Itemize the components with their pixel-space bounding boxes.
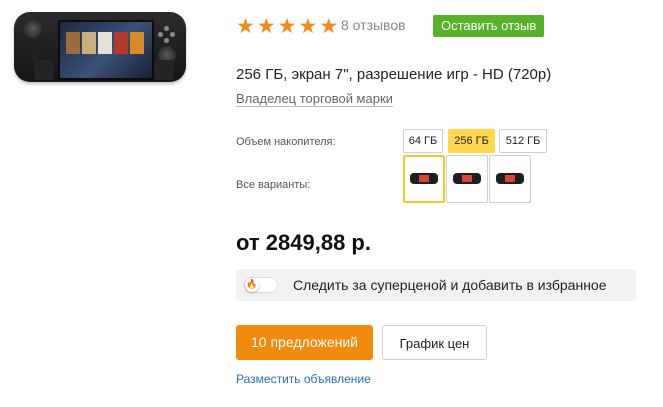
variants-label: Все варианты: — [236, 179, 311, 191]
storage-option-256[interactable]: 256 ГБ — [448, 129, 495, 153]
left-stick — [24, 20, 42, 38]
star-icon: ★ — [236, 14, 255, 38]
star-icon: ★ — [298, 14, 318, 38]
watch-price-bar[interactable]: 🔥 Следить за суперценой и добавить в изб… — [236, 269, 636, 301]
leave-review-button[interactable]: Оставить отзыв — [433, 15, 545, 37]
right-trackpad — [154, 60, 174, 80]
product-title: 256 ГБ, экран 7", разрешение игр - HD (7… — [236, 66, 552, 83]
storage-option-512[interactable]: 512 ГБ — [499, 129, 547, 153]
post-ad-link[interactable]: Разместить объявление — [236, 372, 371, 386]
brand-owner-link[interactable]: Владелец торговой марки — [236, 91, 393, 107]
reviews-count[interactable]: 8 отзывов — [341, 17, 406, 33]
star-icon: ★ — [277, 14, 297, 38]
storage-option-64[interactable]: 64 ГБ — [403, 129, 443, 153]
device-screen — [58, 20, 154, 80]
watch-price-text: Следить за суперценой и добавить в избра… — [293, 277, 607, 293]
left-trackpad — [34, 60, 54, 80]
price: от 2849,88 р. — [236, 230, 371, 255]
star-icon: ★ — [256, 14, 276, 38]
rating-stars: ★ ★ ★ ★ ★ — [236, 14, 338, 38]
variant-thumb-3[interactable] — [489, 155, 531, 203]
price-chart-button[interactable]: График цен — [382, 325, 487, 360]
storage-label: Объем накопителя: — [236, 136, 336, 148]
star-icon: ★ — [319, 14, 339, 38]
variant-thumb-2[interactable] — [446, 155, 488, 203]
offers-button[interactable]: 10 предложений — [236, 325, 373, 360]
variant-thumb-1[interactable] — [403, 155, 445, 203]
dpad — [28, 46, 42, 60]
watch-toggle[interactable]: 🔥 — [244, 277, 278, 293]
flame-icon: 🔥 — [245, 278, 259, 292]
product-image[interactable] — [14, 12, 186, 82]
